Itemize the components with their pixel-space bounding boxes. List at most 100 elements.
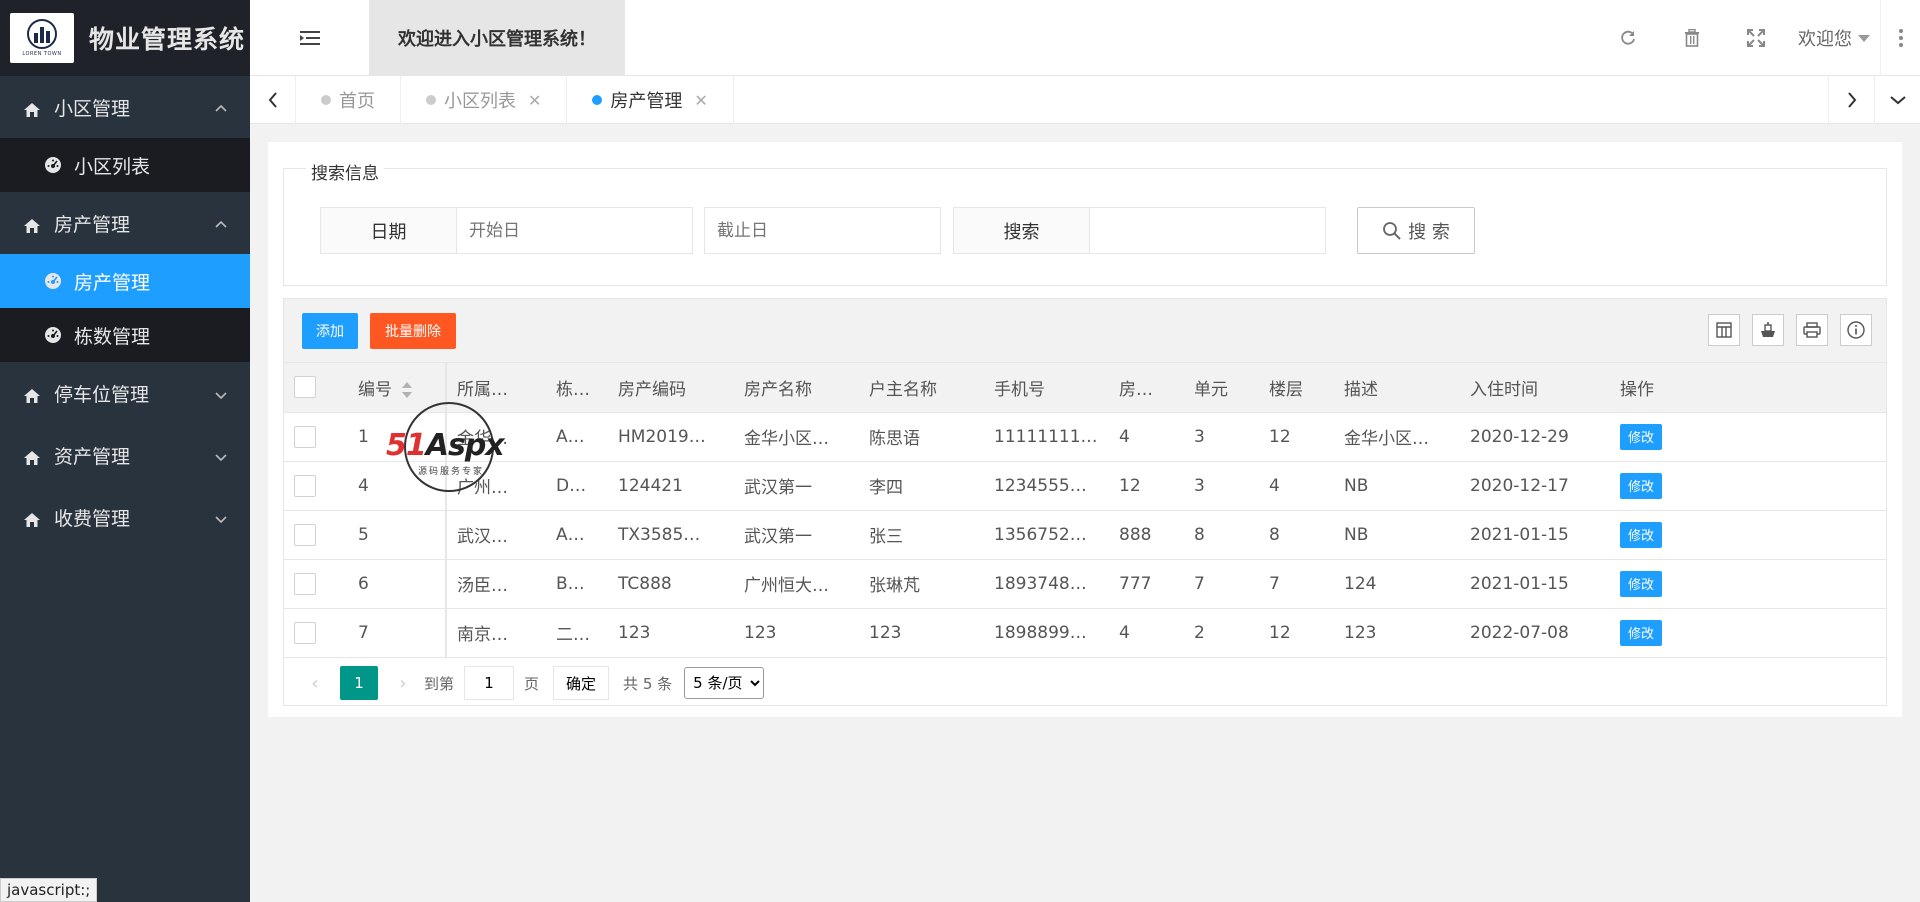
- pagination: ‹ 1 › 到第 页 确定 共 5 条 5 条/页: [284, 658, 1886, 709]
- tab-0[interactable]: 首页: [296, 76, 401, 124]
- tab-2[interactable]: 房产管理 ✕: [567, 76, 734, 124]
- user-menu[interactable]: 欢迎您: [1798, 25, 1870, 51]
- sort-icon[interactable]: [402, 381, 412, 398]
- table-header: 编号 所属… 栋… 房产编码 房产名称 户主名称 手机号 房… 单元 楼层 描述 入住时间 操作: [284, 363, 1886, 413]
- page-unit-label: 页: [524, 674, 540, 693]
- table-cell: 2020-12-29: [1460, 412, 1610, 462]
- table-cell: 124: [1334, 559, 1460, 609]
- row-actions: 修改: [1610, 510, 1886, 560]
- tabs-scroll-right-icon[interactable]: [1828, 76, 1874, 124]
- table-cell: 1893748…: [984, 559, 1109, 609]
- page-current[interactable]: 1: [340, 666, 378, 700]
- next-page-icon[interactable]: ›: [388, 673, 418, 694]
- print-icon[interactable]: [1796, 314, 1828, 346]
- edit-button[interactable]: 修改: [1620, 619, 1662, 646]
- refresh-icon[interactable]: [1596, 0, 1660, 76]
- edit-button[interactable]: 修改: [1620, 423, 1662, 450]
- table-cell: 1356752…: [984, 510, 1109, 560]
- column-header: 单元: [1184, 363, 1259, 413]
- caret-down-icon: [1858, 34, 1870, 42]
- table-cell: 5: [348, 510, 447, 560]
- tab-1[interactable]: 小区列表 ✕: [401, 76, 568, 124]
- table-cell: 8: [1259, 510, 1334, 560]
- close-icon[interactable]: ✕: [528, 91, 541, 110]
- row-checkbox[interactable]: [294, 621, 316, 644]
- search-button-label: 搜 索: [1408, 221, 1450, 243]
- column-header-label: 所属…: [457, 379, 508, 400]
- sidebar-item-1-1[interactable]: 栋数管理: [0, 308, 250, 362]
- columns-icon[interactable]: [1708, 314, 1740, 346]
- sidebar-group-1[interactable]: 房产管理: [0, 192, 250, 254]
- table-row: 4 广州… D… 124421 武汉第一 李四 1234555… 12 3 4 NB 2020-12-…: [284, 461, 1886, 511]
- chevron-down-icon: [214, 509, 230, 525]
- table-cell: 4: [1109, 608, 1184, 658]
- keyword-input[interactable]: [1090, 207, 1326, 254]
- export-icon[interactable]: [1752, 314, 1784, 346]
- search-button[interactable]: 搜 索: [1357, 207, 1475, 254]
- table-cell: 2021-01-15: [1460, 510, 1610, 560]
- tabs-scroll-left-icon[interactable]: [250, 76, 296, 124]
- sidebar-group-0[interactable]: 小区管理: [0, 76, 250, 138]
- edit-button[interactable]: 修改: [1620, 521, 1662, 548]
- sidebar-group-2[interactable]: 停车位管理: [0, 362, 250, 424]
- column-header: 描述: [1334, 363, 1460, 413]
- goto-page-input[interactable]: [464, 666, 515, 700]
- fullscreen-icon[interactable]: [1724, 0, 1788, 76]
- sidebar-group-3[interactable]: 资产管理: [0, 424, 250, 486]
- prev-page-icon[interactable]: ‹: [300, 673, 330, 694]
- goto-confirm-button[interactable]: 确定: [553, 666, 610, 700]
- property-table: 编号 所属… 栋… 房产编码 房产名称 户主名称 手机号 房… 单元 楼层 描述 入住时间 操作 1 金华…: [284, 363, 1886, 658]
- sidebar-group-label: 资产管理: [54, 445, 131, 468]
- table-cell: 广州恒大…: [734, 559, 859, 609]
- search-icon: [1383, 221, 1401, 240]
- sidebar-nav: 小区管理 小区列表 房产管理 房产管理 栋数管理 停车位管理 资产管理 收费管理: [0, 76, 250, 548]
- table-cell: 1: [348, 412, 447, 462]
- trash-icon[interactable]: [1660, 0, 1724, 76]
- close-icon[interactable]: ✕: [694, 91, 707, 110]
- tab-label: 小区列表: [444, 91, 516, 112]
- column-header-label: 手机号: [994, 379, 1045, 400]
- row-select-cell: [284, 510, 348, 560]
- select-all-cell: [284, 363, 348, 413]
- table-row: 7 南京… 二… 123 123 123 1898899… 4 2 12 123 2022-07-08…: [284, 608, 1886, 658]
- page-size-select[interactable]: 5 条/页: [684, 667, 765, 699]
- row-checkbox[interactable]: [294, 425, 316, 448]
- main-content: 搜索信息 日期 搜索 搜 索 添加 批量删除: [268, 142, 1902, 717]
- column-header-label: 房…: [1119, 379, 1153, 400]
- column-header-label: 操作: [1620, 379, 1654, 400]
- column-header[interactable]: 编号: [348, 363, 447, 413]
- add-button[interactable]: 添加: [302, 313, 358, 349]
- table-cell: NB: [1334, 510, 1460, 560]
- table-cell: 金华小区…: [734, 412, 859, 462]
- table-cell: 124421: [608, 461, 734, 511]
- row-select-cell: [284, 608, 348, 658]
- sidebar-group: 小区管理小区列表: [0, 76, 250, 192]
- start-date-input[interactable]: [457, 207, 693, 254]
- tab-dot-icon: [426, 95, 436, 105]
- select-all-checkbox[interactable]: [294, 376, 316, 399]
- end-date-input[interactable]: [704, 207, 941, 254]
- edit-button[interactable]: 修改: [1620, 570, 1662, 597]
- home-icon: [24, 510, 40, 527]
- row-checkbox[interactable]: [294, 523, 316, 546]
- table-cell: 777: [1109, 559, 1184, 609]
- more-vertical-icon[interactable]: [1880, 0, 1920, 76]
- column-header: 所属…: [446, 363, 546, 413]
- home-icon: [24, 100, 40, 117]
- menu-toggle-icon[interactable]: [300, 29, 320, 47]
- batch-delete-button[interactable]: 批量删除: [370, 313, 456, 349]
- table-cell: 金华…: [446, 412, 546, 462]
- row-checkbox[interactable]: [294, 474, 316, 497]
- sidebar-item-label: 小区列表: [74, 155, 151, 178]
- sidebar-item-1-0[interactable]: 房产管理: [0, 254, 250, 308]
- sidebar-item-0-0[interactable]: 小区列表: [0, 138, 250, 192]
- info-icon[interactable]: [1840, 314, 1872, 346]
- edit-button[interactable]: 修改: [1620, 472, 1662, 499]
- row-checkbox[interactable]: [294, 572, 316, 595]
- table-row: 6 汤臣… B… TC888 广州恒大… 张琳芃 1893748… 777 7 7 124 2021-…: [284, 559, 1886, 609]
- table-cell: TX3585…: [608, 510, 734, 560]
- tabs-menu-icon[interactable]: [1874, 76, 1920, 124]
- dashboard-icon: [44, 326, 62, 344]
- table-cell: 7: [348, 608, 447, 658]
- sidebar-group-4[interactable]: 收费管理: [0, 486, 250, 548]
